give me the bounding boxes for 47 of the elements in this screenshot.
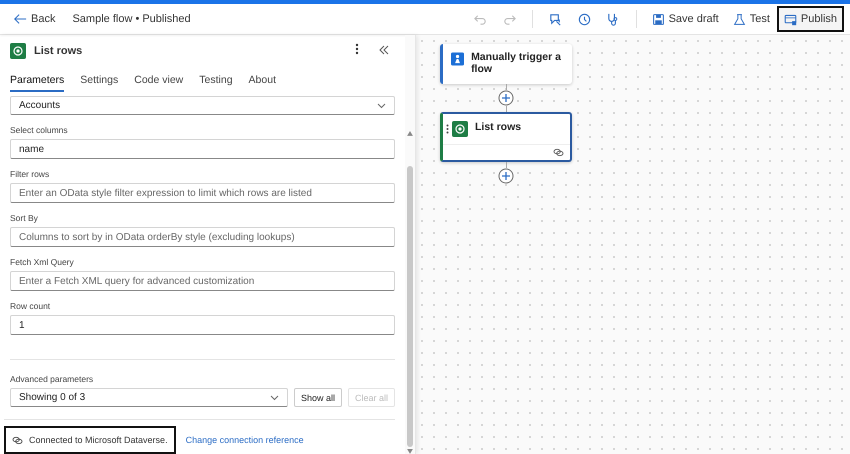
scroll-up-icon[interactable]	[407, 131, 413, 136]
field-label: Row count	[10, 301, 52, 311]
tab[interactable]: Testing	[199, 72, 233, 92]
dataverse-icon	[10, 42, 26, 58]
tab[interactable]: Settings	[80, 72, 118, 92]
filter-button[interactable]: Show all	[294, 388, 342, 407]
test-icon	[732, 12, 746, 26]
input-field[interactable]: 1	[10, 315, 395, 335]
connection-status: Connected to Microsoft Dataverse.	[4, 426, 176, 454]
field-label: Filter rows	[10, 169, 50, 179]
publish-button[interactable]: Publish	[776, 6, 844, 32]
input-field[interactable]: Enter an OData style filter expression to limit which rows are listed	[10, 183, 395, 203]
table-dropdown[interactable]: Accounts	[10, 96, 395, 115]
tab[interactable]: About	[248, 72, 276, 92]
field-label: Advanced parameters	[10, 374, 94, 384]
chevron-down-icon	[377, 102, 386, 108]
input-field[interactable]: name	[10, 139, 395, 159]
test-button[interactable]: Test	[726, 6, 777, 32]
add-step-icon[interactable]	[498, 168, 514, 184]
field-label: Sort By	[10, 213, 39, 223]
flow-step-card[interactable]: Manually trigger a flow	[440, 44, 572, 84]
change-connection-link[interactable]: Change connection reference	[186, 435, 304, 445]
chevron-down-icon	[270, 394, 279, 400]
tab[interactable]: Code view	[134, 72, 184, 92]
connection-icon	[12, 436, 23, 444]
back-arrow-icon	[13, 12, 27, 26]
step-title: List rows	[475, 121, 522, 133]
save-button[interactable]: Save draft	[644, 6, 726, 32]
field-label: Fetch Xml Query	[10, 257, 75, 267]
field-label: Select columns	[10, 125, 69, 135]
advanced-dropdown[interactable]: Showing 0 of 3	[10, 388, 288, 407]
tab[interactable]: Parameters	[10, 72, 64, 92]
save-icon	[652, 12, 665, 26]
connection-icon	[553, 148, 564, 157]
trigger-icon	[451, 51, 464, 67]
dataverse-icon	[452, 121, 468, 137]
publish-icon	[784, 12, 797, 26]
drag-handle-icon[interactable]	[446, 124, 449, 134]
back-button[interactable]: Back	[8, 6, 60, 32]
input-field[interactable]: Columns to sort by in OData orderBy style (excluding lookups)	[10, 227, 395, 247]
step-title: Manually trigger a flow	[471, 51, 562, 75]
add-step-icon[interactable]	[498, 90, 514, 106]
flow-title: Sample flow • Published	[72, 13, 191, 25]
flow-step-card[interactable]: List rows	[440, 112, 572, 162]
panel-title: List rows	[34, 44, 84, 56]
input-field[interactable]: Enter a Fetch XML query for advanced customization	[10, 271, 395, 291]
scrollbar-thumb[interactable]	[407, 166, 413, 448]
